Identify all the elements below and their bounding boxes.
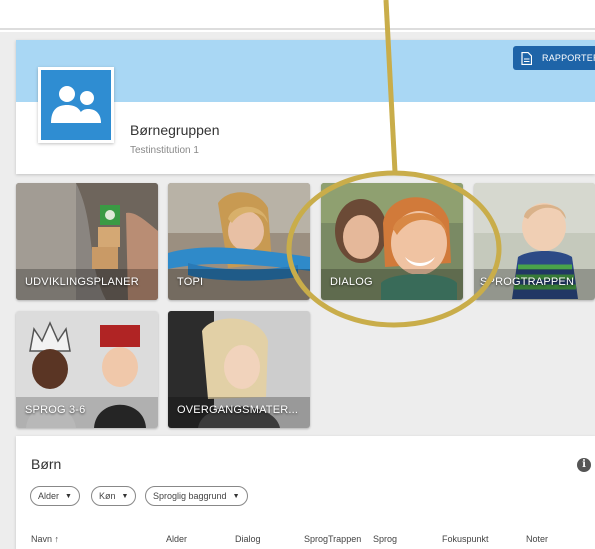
tile-sprog-3-6[interactable]: SPROG 3-6	[16, 311, 158, 428]
column-header-alder[interactable]: Alder	[166, 534, 187, 544]
tile-overgangsmaterialer[interactable]: OVERGANGSMATER...	[168, 311, 310, 428]
column-header-sprog[interactable]: Sprog	[373, 534, 397, 544]
group-avatar	[38, 67, 114, 143]
tile-topi[interactable]: TOPI	[168, 183, 310, 300]
filter-label: Alder	[38, 491, 60, 501]
group-header-card: RAPPORTER Børnegruppen Testinstitution 1	[16, 40, 595, 174]
column-header-sprogtrappen[interactable]: SprogTrappen	[304, 534, 361, 544]
tile-udviklingsplaner[interactable]: UDVIKLINGSPLANER	[16, 183, 158, 300]
column-header-navn[interactable]: Navn ↑	[31, 534, 59, 544]
document-icon	[521, 51, 532, 65]
caret-down-icon: ▼	[65, 492, 72, 500]
info-icon[interactable]: i	[577, 458, 591, 472]
people-icon	[51, 86, 101, 123]
main-content: RAPPORTER Børnegruppen Testinstitution 1	[0, 32, 595, 549]
report-button[interactable]: RAPPORTER	[513, 46, 595, 70]
top-bar	[0, 0, 595, 30]
app-page: RAPPORTER Børnegruppen Testinstitution 1	[0, 0, 595, 549]
tile-label: SPROG 3-6	[25, 404, 86, 416]
column-header-dialog[interactable]: Dialog	[235, 534, 261, 544]
column-header-noter[interactable]: Noter	[526, 534, 548, 544]
caret-down-icon: ▼	[232, 492, 240, 500]
tile-label: OVERGANGSMATER...	[177, 404, 299, 416]
tile-label: TOPI	[177, 276, 204, 288]
tile-label: DIALOG	[330, 276, 373, 288]
children-card: Børn i Alder ▼ Køn ▼ Sproglig baggrund ▼…	[16, 436, 595, 549]
children-title: Børn	[31, 456, 62, 472]
report-button-label: RAPPORTER	[542, 53, 595, 63]
filter-label: Køn	[99, 491, 116, 501]
institution-name: Testinstitution 1	[130, 145, 199, 156]
filter-label: Sproglig baggrund	[153, 491, 227, 501]
tile-dialog[interactable]: DIALOG	[321, 183, 463, 300]
filter-sproglig-baggrund[interactable]: Sproglig baggrund ▼	[145, 486, 248, 506]
caret-down-icon: ▼	[121, 492, 129, 500]
column-header-fokuspunkt[interactable]: Fokuspunkt	[442, 534, 489, 544]
tile-sprogtrappen[interactable]: SPROGTRAPPEN	[474, 183, 595, 300]
filter-alder[interactable]: Alder ▼	[30, 486, 80, 506]
filter-koen[interactable]: Køn ▼	[91, 486, 137, 506]
tile-label: SPROGTRAPPEN	[480, 276, 575, 288]
group-name: Børnegruppen	[130, 122, 220, 138]
tile-label: UDVIKLINGSPLANER	[25, 276, 139, 288]
